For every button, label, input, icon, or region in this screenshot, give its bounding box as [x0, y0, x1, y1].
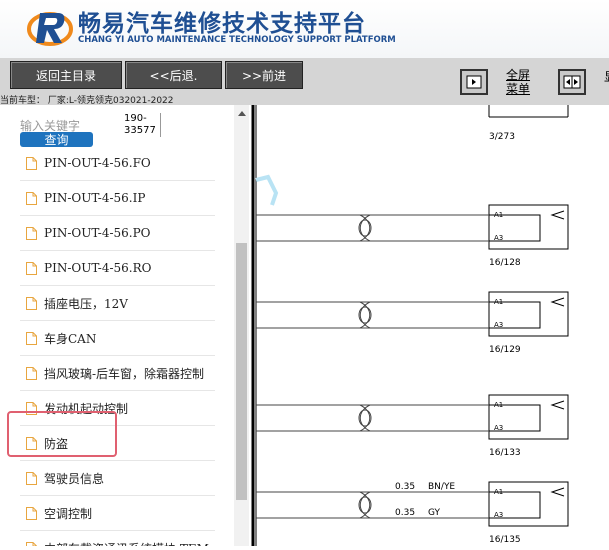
twist-line [359, 301, 371, 329]
wiring-diagram: 3/273 A1 A3 16/128 A1 A3 16/129 A1 A3 16/133 A1 A3… [250, 105, 609, 546]
prev-button[interactable]: <<后退. [125, 61, 222, 89]
list-item-label: 插座电压，12V [44, 296, 128, 311]
scroll-thumb[interactable] [236, 243, 247, 500]
connector-block: A1 A3 16/135 0.35 BN/YE 0.35 GY [256, 481, 569, 545]
pin-label: A3 [494, 511, 503, 519]
twist-loop [358, 219, 372, 237]
pin-label: A1 [494, 401, 503, 409]
document-icon [26, 541, 37, 546]
twist-line [359, 491, 371, 519]
split-arrows-icon [563, 75, 581, 89]
list-item[interactable]: PIN-OUT-4-56.IP [20, 181, 215, 216]
list-item[interactable]: 车身CAN [20, 321, 215, 356]
wire-color: GY [428, 508, 441, 518]
list-item-label: 驾驶员信息 [44, 471, 105, 486]
wire-gauge: 0.35 [395, 508, 415, 518]
app-title: 畅易汽车维修技术支持平台 [78, 11, 366, 37]
list-item-label: PIN-OUT-4-56.FO [44, 156, 151, 170]
list-item-label: 挡风玻璃-后车窗，除霜器控制 [44, 366, 205, 381]
sidebar: 输入关键字 190- 33577 查询 PIN-OUT-4-56.FO PIN-O… [0, 105, 250, 546]
list-item-label: PIN-OUT-4-56.PO [44, 226, 151, 240]
app-header: 畅易汽车维修技术支持平台 CHANG YI AUTO MAINTENANCE T… [0, 0, 609, 58]
cutoff-label: 显 [604, 68, 609, 85]
document-icon [26, 506, 37, 520]
code-line: 33577 [124, 125, 156, 136]
list-item-label: 空调控制 [44, 506, 93, 521]
document-icon [26, 296, 37, 310]
scroll-up-icon[interactable] [238, 111, 246, 116]
wire-gauge: 0.35 [395, 482, 415, 492]
pin-label: A3 [494, 321, 503, 329]
result-code: 190- 33577 [124, 113, 161, 137]
app-subtitle: CHANG YI AUTO MAINTENANCE TECHNOLOGY SUP… [78, 35, 396, 45]
connector-block: A1 A3 16/129 [256, 291, 569, 355]
list-item[interactable]: PIN-OUT-4-56.FO [20, 149, 215, 181]
twist-line [359, 214, 371, 242]
back-home-button[interactable]: 返回主目录 [10, 61, 122, 89]
diagram-canvas: 3/273 A1 A3 16/128 A1 A3 16/129 A1 A3 16/133 A1 A3… [251, 105, 569, 546]
fullscreen-menu-link[interactable]: 全屏 菜单 [506, 68, 530, 96]
list-item[interactable]: 空调控制 [20, 496, 215, 531]
list-item-label: PIN-OUT-4-56.RO [44, 261, 152, 275]
document-icon [26, 226, 37, 240]
fullscreen-label[interactable]: 全屏 [506, 68, 530, 82]
pin-label: A1 [494, 298, 503, 306]
list-item-label: 内部车载资通讯系统模块 TEM [44, 540, 209, 547]
split-view-button[interactable] [558, 69, 586, 95]
document-icon [26, 191, 37, 205]
panel-toggle-icon [466, 75, 482, 89]
twist-line [359, 491, 371, 519]
pin-label: A1 [494, 488, 503, 496]
doc-list: PIN-OUT-4-56.FO PIN-OUT-4-56.IP PIN-OUT-4-… [20, 149, 215, 546]
pin-label: A3 [494, 234, 503, 242]
twist-loop [358, 496, 372, 514]
list-item[interactable]: 内部车载资通讯系统模块 TEM [20, 531, 215, 546]
connector-block: A1 A3 16/128 [256, 204, 569, 268]
ref-label: 16/128 [489, 258, 521, 268]
next-button[interactable]: >>前进 [225, 61, 303, 89]
twist-line [359, 214, 371, 242]
pin-label: A3 [494, 424, 503, 432]
watermark-fragment [255, 174, 279, 206]
pin-label: A1 [494, 211, 503, 219]
ref-label: 3/273 [489, 132, 515, 142]
connector-block: A1 A3 16/133 [256, 394, 569, 458]
twist-line [359, 404, 371, 432]
twist-line [359, 301, 371, 329]
twist-loop [358, 409, 372, 427]
menu-label[interactable]: 菜单 [506, 82, 530, 96]
twist-line [359, 404, 371, 432]
list-item[interactable]: 驾驶员信息 [20, 461, 215, 496]
list-item[interactable]: PIN-OUT-4-56.PO [20, 216, 215, 251]
document-icon [26, 331, 37, 345]
logo-icon [27, 12, 73, 46]
list-item[interactable]: 挡风玻璃-后车窗，除霜器控制 [20, 356, 215, 391]
document-icon [26, 471, 37, 485]
sidebar-scrollbar[interactable] [234, 105, 249, 546]
document-icon [26, 261, 37, 275]
list-item-label: PIN-OUT-4-56.IP [44, 191, 146, 205]
list-item[interactable]: PIN-OUT-4-56.RO [20, 251, 215, 286]
collapse-left-button[interactable] [460, 69, 488, 95]
twist-loop [358, 306, 372, 324]
list-item[interactable]: 插座电压，12V [20, 286, 215, 321]
list-item-label: 车身CAN [44, 331, 97, 346]
ref-label: 16/135 [489, 535, 521, 545]
document-icon [26, 156, 37, 170]
ref-label: 16/129 [489, 345, 521, 355]
search-button[interactable]: 查询 [20, 132, 93, 147]
ref-label: 16/133 [489, 448, 521, 458]
wire-color: BN/YE [428, 482, 455, 492]
code-line: 190- [124, 113, 147, 124]
document-icon [26, 366, 37, 380]
selection-highlight [7, 411, 117, 457]
